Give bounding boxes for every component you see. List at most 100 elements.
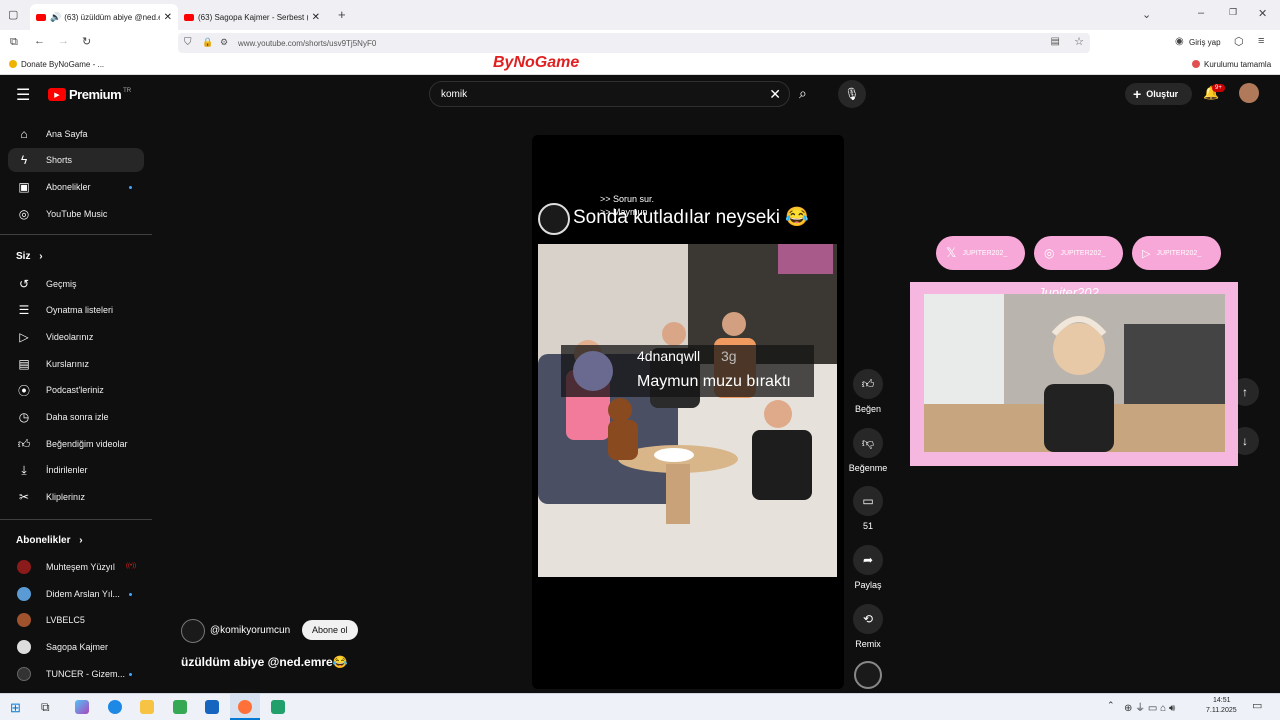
sidebar-item-music[interactable]: ◎ YouTube Music xyxy=(8,202,144,226)
bookmark-item[interactable]: Donate ByNoGame - ... xyxy=(21,60,104,69)
back-icon[interactable]: ← xyxy=(34,35,45,47)
dislike-button[interactable]: 👎︎ Beğenme xyxy=(840,428,896,473)
youtube-favicon-icon xyxy=(184,13,194,21)
forward-icon[interactable]: → xyxy=(58,35,69,47)
reload-icon[interactable]: ↻ xyxy=(82,35,91,48)
comment-username: 4dnanqwll xyxy=(637,348,701,364)
tab-list-icon[interactable]: ⌄ xyxy=(1142,8,1151,21)
sidebar-item-home[interactable]: ⌂ Ana Sayfa xyxy=(8,122,144,146)
scissors-icon: ✂ xyxy=(18,490,30,504)
reader-view-icon[interactable]: ▤ xyxy=(1051,36,1060,47)
close-tab-icon[interactable]: ✕ xyxy=(312,12,320,23)
subscribe-button[interactable]: Abone ol xyxy=(302,620,358,640)
login-link[interactable]: Giriş yap xyxy=(1189,38,1221,47)
streamer-webcam: Jupiter202_ xyxy=(910,282,1238,466)
new-tab-icon[interactable]: + xyxy=(338,7,346,22)
store-icon[interactable] xyxy=(173,700,187,714)
search-button[interactable]: ⌕ xyxy=(790,81,824,107)
sidebar-channel-sagopa[interactable]: Sagopa Kajmer xyxy=(8,635,144,659)
outlook-icon[interactable] xyxy=(205,700,219,714)
restore-icon[interactable]: ❐ xyxy=(1229,7,1237,18)
sidebar-item-liked-videos[interactable]: 👍︎ Beğendiğim videolar xyxy=(8,432,144,456)
share-button[interactable]: ➦ Paylaş xyxy=(840,545,896,590)
new-content-dot xyxy=(129,185,132,189)
close-tab-icon[interactable]: ✕ xyxy=(164,12,172,23)
minimize-icon[interactable]: – xyxy=(1198,7,1204,19)
channel-handle[interactable]: @komikyorumcun xyxy=(210,625,290,636)
tab-sagopa[interactable]: (63) Sagopa Kajmer - Serbest (C ✕ xyxy=(178,4,326,30)
microphone-icon: 🎙 xyxy=(844,87,860,101)
address-bar[interactable]: ⛉ 🔒 ⚙ www.youtube.com/shorts/usv9Tj5NyF0… xyxy=(178,33,1090,53)
setup-link[interactable]: Kurulumu tamamla xyxy=(1204,60,1271,69)
sound-channel-avatar[interactable] xyxy=(854,661,882,689)
sidebar-item-downloads[interactable]: ⤓ İndirilenler xyxy=(8,458,144,482)
comment-icon: ▭ xyxy=(853,486,883,516)
video-icon: ▷ xyxy=(19,330,29,344)
avatar[interactable] xyxy=(1239,83,1259,103)
sidebar-channel-tuncer[interactable]: TUNCER - Gizem... xyxy=(8,662,144,686)
voice-search-button[interactable]: 🎙 xyxy=(838,80,866,108)
extensions-icon[interactable]: ⬡ xyxy=(1234,35,1244,48)
social-badge-youtube: ▷ JUPITER202_ xyxy=(1132,236,1221,270)
sidebar-item-label: Beğendiğim videolar xyxy=(46,439,128,449)
shorts-video-player[interactable]: >> Sorun sur. >> Maymun Sonda kutladılar… xyxy=(532,135,844,689)
sidebar-channel-lvbelc5[interactable]: LVBELC5 xyxy=(8,608,144,632)
close-window-icon[interactable]: ✕ xyxy=(1258,7,1267,20)
tray-icons[interactable]: ⊕ ⏚ ▭ ⌂ 🔊︎ xyxy=(1124,699,1175,714)
webcam-frame xyxy=(924,294,1225,452)
youtube-premium-logo[interactable]: ▶ Premium TR xyxy=(48,87,131,102)
sidebar-subscriptions-header[interactable]: Abonelikler › xyxy=(16,535,83,546)
firefox-taskbar-item[interactable] xyxy=(230,694,260,720)
download-icon: ⤓ xyxy=(21,462,27,477)
sidebar-item-courses[interactable]: ▤ Kurslarınız xyxy=(8,352,144,376)
tab-shorts[interactable]: 🔊 (63) üzüldüm abiye @ned.e ✕ xyxy=(30,4,178,30)
bookmark-star-icon[interactable]: ☆ xyxy=(1074,35,1084,48)
sidebar-item-playlists[interactable]: ☰ Oynatma listeleri xyxy=(8,298,144,322)
app-icon[interactable] xyxy=(271,700,285,714)
channel-avatar[interactable] xyxy=(181,619,205,643)
tab-history-icon[interactable]: ▢ xyxy=(8,8,18,21)
sidebar-item-your-videos[interactable]: ▷ Videolarınız xyxy=(8,325,144,349)
show-hidden-icons-icon[interactable]: ⌃ xyxy=(1107,700,1115,711)
copilot-icon[interactable] xyxy=(75,700,89,714)
start-icon[interactable]: ⊞ xyxy=(10,700,21,716)
menu-icon[interactable]: ≡ xyxy=(1258,35,1264,47)
youtube-outline-icon: ▷ xyxy=(1142,247,1151,260)
sidebar-item-podcasts[interactable]: ⦿ Podcast'leriniz xyxy=(8,378,144,402)
social-handle: JUPITER202_ xyxy=(1156,249,1202,257)
comments-button[interactable]: ▭ 51 xyxy=(840,486,896,531)
sidebar-item-label: YouTube Music xyxy=(46,209,108,219)
create-button[interactable]: + Oluştur xyxy=(1125,83,1192,105)
lock-icon[interactable]: 🔒 xyxy=(202,37,213,48)
hamburger-menu-icon[interactable]: ☰ xyxy=(16,85,30,105)
podcast-icon: ⦿ xyxy=(17,383,30,398)
speaker-icon[interactable]: 🔊 xyxy=(50,12,61,23)
sidebar-item-watch-later[interactable]: ◷ Daha sonra izle xyxy=(8,405,144,429)
permissions-icon[interactable]: ⚙ xyxy=(220,37,228,48)
edge-icon[interactable] xyxy=(108,700,122,714)
task-view-icon[interactable]: ⧉ xyxy=(41,700,50,715)
sidebar-item-clips[interactable]: ✂ Kliplerinız xyxy=(8,485,144,509)
clock-time[interactable]: 14:51 xyxy=(1213,697,1231,704)
account-icon[interactable]: ◉ xyxy=(1175,36,1184,47)
remix-button[interactable]: ⟲ Remix xyxy=(840,604,896,649)
comment-count: 51 xyxy=(862,521,873,531)
notification-center-icon[interactable]: ▭ xyxy=(1252,699,1262,712)
live-icon: ((•)) xyxy=(126,563,137,569)
file-explorer-icon[interactable] xyxy=(140,700,154,714)
clear-search-icon[interactable]: ✕ xyxy=(769,86,781,103)
sidebar-item-label: Videolarınız xyxy=(46,332,94,342)
clock-date[interactable]: 7.11.2025 xyxy=(1206,707,1237,714)
sidebar-item-subscriptions[interactable]: ▣ Abonelikler xyxy=(8,175,144,199)
sidebar-item-shorts[interactable]: ϟ Shorts xyxy=(8,148,144,172)
sidebar-toggle-icon[interactable]: ⧉ xyxy=(10,36,18,49)
shield-icon[interactable]: ⛉ xyxy=(184,37,192,48)
sidebar-channel-muhtesem[interactable]: Muhteşem Yüzyıl ((•)) xyxy=(8,555,144,579)
like-button[interactable]: 👍︎ Beğen xyxy=(840,369,896,414)
sidebar-you-header[interactable]: Siz › xyxy=(16,251,43,262)
home-icon: ⌂ xyxy=(20,127,28,141)
sidebar-item-history[interactable]: ↺ Geçmiş xyxy=(8,272,144,296)
sidebar-channel-didem[interactable]: Didem Arslan Yıl... xyxy=(8,582,144,606)
search-input[interactable]: komik ✕ xyxy=(429,81,790,107)
browser-nav-bar: ⧉ ← → ↻ ⛉ 🔒 ⚙ www.youtube.com/shorts/usv… xyxy=(0,30,1280,56)
